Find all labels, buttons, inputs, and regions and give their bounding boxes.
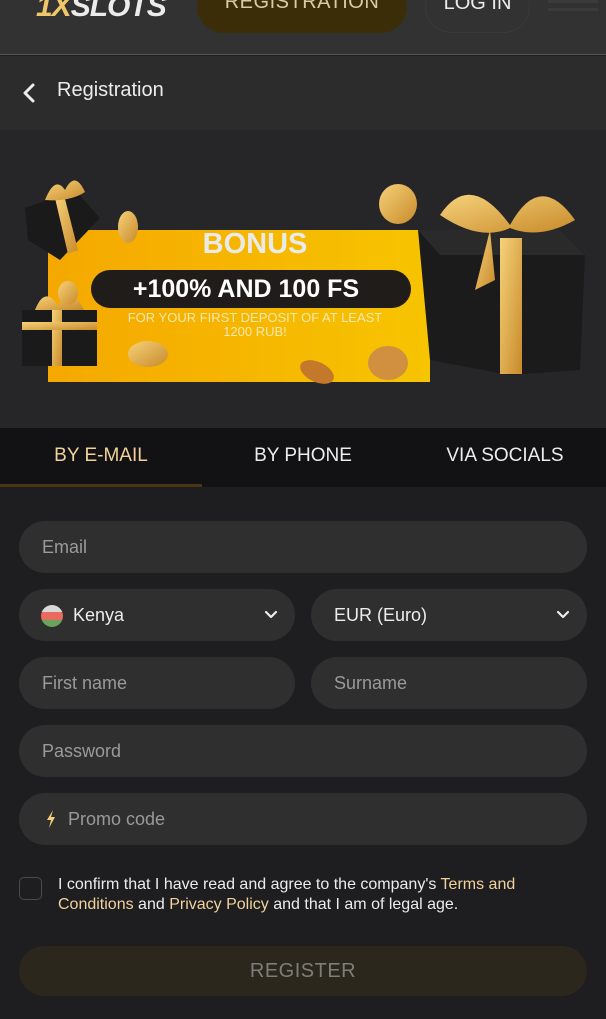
tab-by-phone[interactable]: BY PHONE bbox=[202, 428, 404, 487]
password-field[interactable]: Password bbox=[19, 725, 587, 777]
banner-description: FOR YOUR FIRST DEPOSIT OF AT LEAST 1200 … bbox=[90, 311, 420, 339]
coin-icon bbox=[379, 184, 417, 224]
terms-text: I confirm that I have read and agree to … bbox=[58, 875, 578, 915]
top-bar: 1XSLOTS REGISTRATION LOG IN bbox=[0, 0, 606, 55]
page-title: Registration bbox=[57, 79, 164, 101]
first-name-placeholder: First name bbox=[42, 673, 128, 693]
tab-via-socials[interactable]: VIA SOCIALS bbox=[404, 428, 606, 487]
login-button[interactable]: LOG IN bbox=[425, 0, 530, 33]
gift-icon bbox=[418, 194, 585, 375]
back-arrow-icon[interactable] bbox=[18, 80, 42, 106]
promo-code-placeholder: Promo code bbox=[68, 809, 166, 829]
register-button[interactable]: REGISTER bbox=[19, 946, 587, 996]
bonus-banner[interactable]: BONUS +100% AND 100 FS FOR YOUR FIRST DE… bbox=[0, 130, 606, 428]
surname-placeholder: Surname bbox=[334, 673, 408, 693]
terms-checkbox[interactable] bbox=[19, 877, 42, 900]
registration-button[interactable]: REGISTRATION bbox=[197, 0, 407, 33]
tab-by-email[interactable]: BY E-MAIL bbox=[0, 428, 202, 487]
promo-code-field[interactable]: Promo code bbox=[19, 793, 587, 845]
banner-title: BONUS bbox=[202, 228, 308, 260]
logo-prefix: 1X bbox=[36, 0, 72, 23]
currency-value: EUR (Euro) bbox=[334, 605, 428, 625]
terms-text-part3: and that I am of legal age. bbox=[268, 896, 459, 913]
country-select[interactable]: Kenya bbox=[19, 589, 295, 641]
chevron-down-icon bbox=[264, 610, 278, 619]
banner-description-line1: FOR YOUR FIRST DEPOSIT OF AT LEAST bbox=[127, 310, 383, 325]
lightning-icon bbox=[47, 810, 55, 828]
privacy-policy-link[interactable]: Privacy Policy bbox=[169, 896, 269, 913]
country-value: Kenya bbox=[73, 605, 125, 625]
banner-offer: +100% AND 100 FS bbox=[132, 275, 360, 303]
registration-tabs: BY E-MAIL BY PHONE VIA SOCIALS bbox=[0, 428, 606, 487]
coin-icon bbox=[58, 281, 78, 305]
first-name-field[interactable]: First name bbox=[19, 657, 295, 709]
terms-text-part2: and bbox=[133, 896, 170, 913]
menu-icon[interactable] bbox=[548, 0, 598, 14]
email-placeholder: Email bbox=[42, 537, 88, 557]
coin-icon bbox=[128, 341, 168, 367]
sub-header: Registration bbox=[0, 56, 606, 130]
logo-suffix: SLOTS bbox=[70, 0, 167, 23]
coin-icon bbox=[368, 346, 408, 380]
terms-text-part1: I confirm that I have read and agree to … bbox=[58, 876, 441, 893]
email-field[interactable]: Email bbox=[19, 521, 587, 573]
logo[interactable]: 1XSLOTS bbox=[36, 0, 167, 24]
password-placeholder: Password bbox=[42, 741, 122, 761]
currency-select[interactable]: EUR (Euro) bbox=[311, 589, 587, 641]
banner-description-line2: 1200 RUB! bbox=[223, 324, 287, 339]
chevron-down-icon bbox=[556, 610, 570, 619]
surname-field[interactable]: Surname bbox=[311, 657, 587, 709]
kenya-flag-icon bbox=[41, 605, 63, 627]
